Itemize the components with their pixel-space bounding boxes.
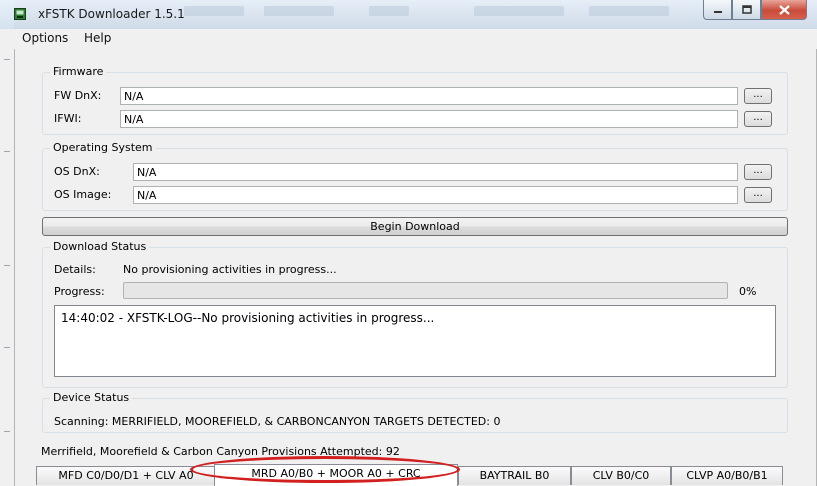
os-image-browse-button[interactable]: ... — [744, 187, 772, 203]
close-button[interactable] — [761, 0, 807, 20]
os-dnx-label: OS DnX: — [54, 165, 100, 178]
minimize-button[interactable] — [703, 0, 732, 20]
menu-options[interactable]: Options — [22, 31, 68, 45]
os-dnx-browse-button[interactable]: ... — [744, 164, 772, 180]
tab-bar: MFD C0/D0/D1 + CLV A0 MRD A0/B0 + MOOR A… — [15, 463, 817, 486]
tab-mrd[interactable]: MRD A0/B0 + MOOR A0 + CRC — [214, 464, 458, 486]
title-blur — [474, 6, 564, 16]
title-bar[interactable]: xFSTK Downloader 1.5.1 — [14, 0, 817, 29]
progress-bar — [123, 282, 728, 299]
details-value: No provisioning activities in progress..… — [123, 263, 337, 276]
app-window: xFSTK Downloader 1.5.1 Options Help Firm… — [14, 0, 817, 486]
os-image-field[interactable]: N/A — [133, 186, 738, 204]
device-status-group: Device Status Scanning: MERRIFIELD, MOOR… — [42, 391, 788, 433]
ifwi-label: IFWI: — [54, 112, 82, 125]
os-image-label: OS Image: — [54, 188, 112, 201]
desktop-edge — [0, 29, 14, 486]
main-panel: Firmware FW DnX: N/A ... IFWI: N/A ... O… — [14, 49, 817, 486]
window-controls — [703, 0, 807, 20]
title-blur — [184, 6, 244, 16]
details-label: Details: — [54, 263, 96, 276]
app-icon — [14, 8, 26, 20]
menu-bar: Options Help — [14, 29, 817, 50]
download-status-legend: Download Status — [50, 240, 150, 253]
scanning-text: Scanning: MERRIFIELD, MOOREFIELD, & CARB… — [54, 415, 501, 428]
tab-clvp[interactable]: CLVP A0/B0/B1 — [671, 466, 783, 485]
minimize-icon — [713, 10, 722, 13]
title-blur — [369, 6, 409, 16]
close-icon — [778, 4, 790, 15]
firmware-group: Firmware FW DnX: N/A ... IFWI: N/A ... — [42, 65, 788, 135]
device-status-legend: Device Status — [50, 391, 133, 404]
tab-mfd[interactable]: MFD C0/D0/D1 + CLV A0 — [36, 466, 216, 485]
firmware-legend: Firmware — [50, 65, 107, 78]
os-dnx-field[interactable]: N/A — [133, 163, 738, 181]
begin-download-button[interactable]: Begin Download — [42, 217, 788, 236]
progress-percent: 0% — [739, 285, 757, 298]
provisions-attempted: Merrifield, Moorefield & Carbon Canyon P… — [41, 445, 400, 458]
maximize-icon — [741, 5, 752, 14]
menu-help[interactable]: Help — [84, 31, 111, 45]
log-output[interactable]: 14:40:02 - XFSTK-LOG--No provisioning ac… — [54, 305, 776, 377]
window-title: xFSTK Downloader 1.5.1 — [38, 7, 185, 21]
download-status-group: Download Status Details: No provisioning… — [42, 240, 788, 388]
tab-baytrail[interactable]: BAYTRAIL B0 — [458, 466, 571, 485]
title-blur — [589, 6, 669, 16]
fw-dnx-label: FW DnX: — [54, 89, 102, 102]
os-group: Operating System OS DnX: N/A ... OS Imag… — [42, 141, 788, 211]
ifwi-browse-button[interactable]: ... — [744, 111, 772, 127]
os-legend: Operating System — [50, 141, 156, 154]
maximize-button[interactable] — [732, 0, 761, 20]
tab-clv[interactable]: CLV B0/C0 — [571, 466, 671, 485]
title-blur — [264, 6, 334, 16]
fw-dnx-browse-button[interactable]: ... — [744, 88, 772, 104]
fw-dnx-field[interactable]: N/A — [120, 87, 738, 105]
progress-label: Progress: — [54, 285, 105, 298]
ifwi-field[interactable]: N/A — [120, 110, 738, 128]
log-line: 14:40:02 - XFSTK-LOG--No provisioning ac… — [61, 311, 435, 325]
